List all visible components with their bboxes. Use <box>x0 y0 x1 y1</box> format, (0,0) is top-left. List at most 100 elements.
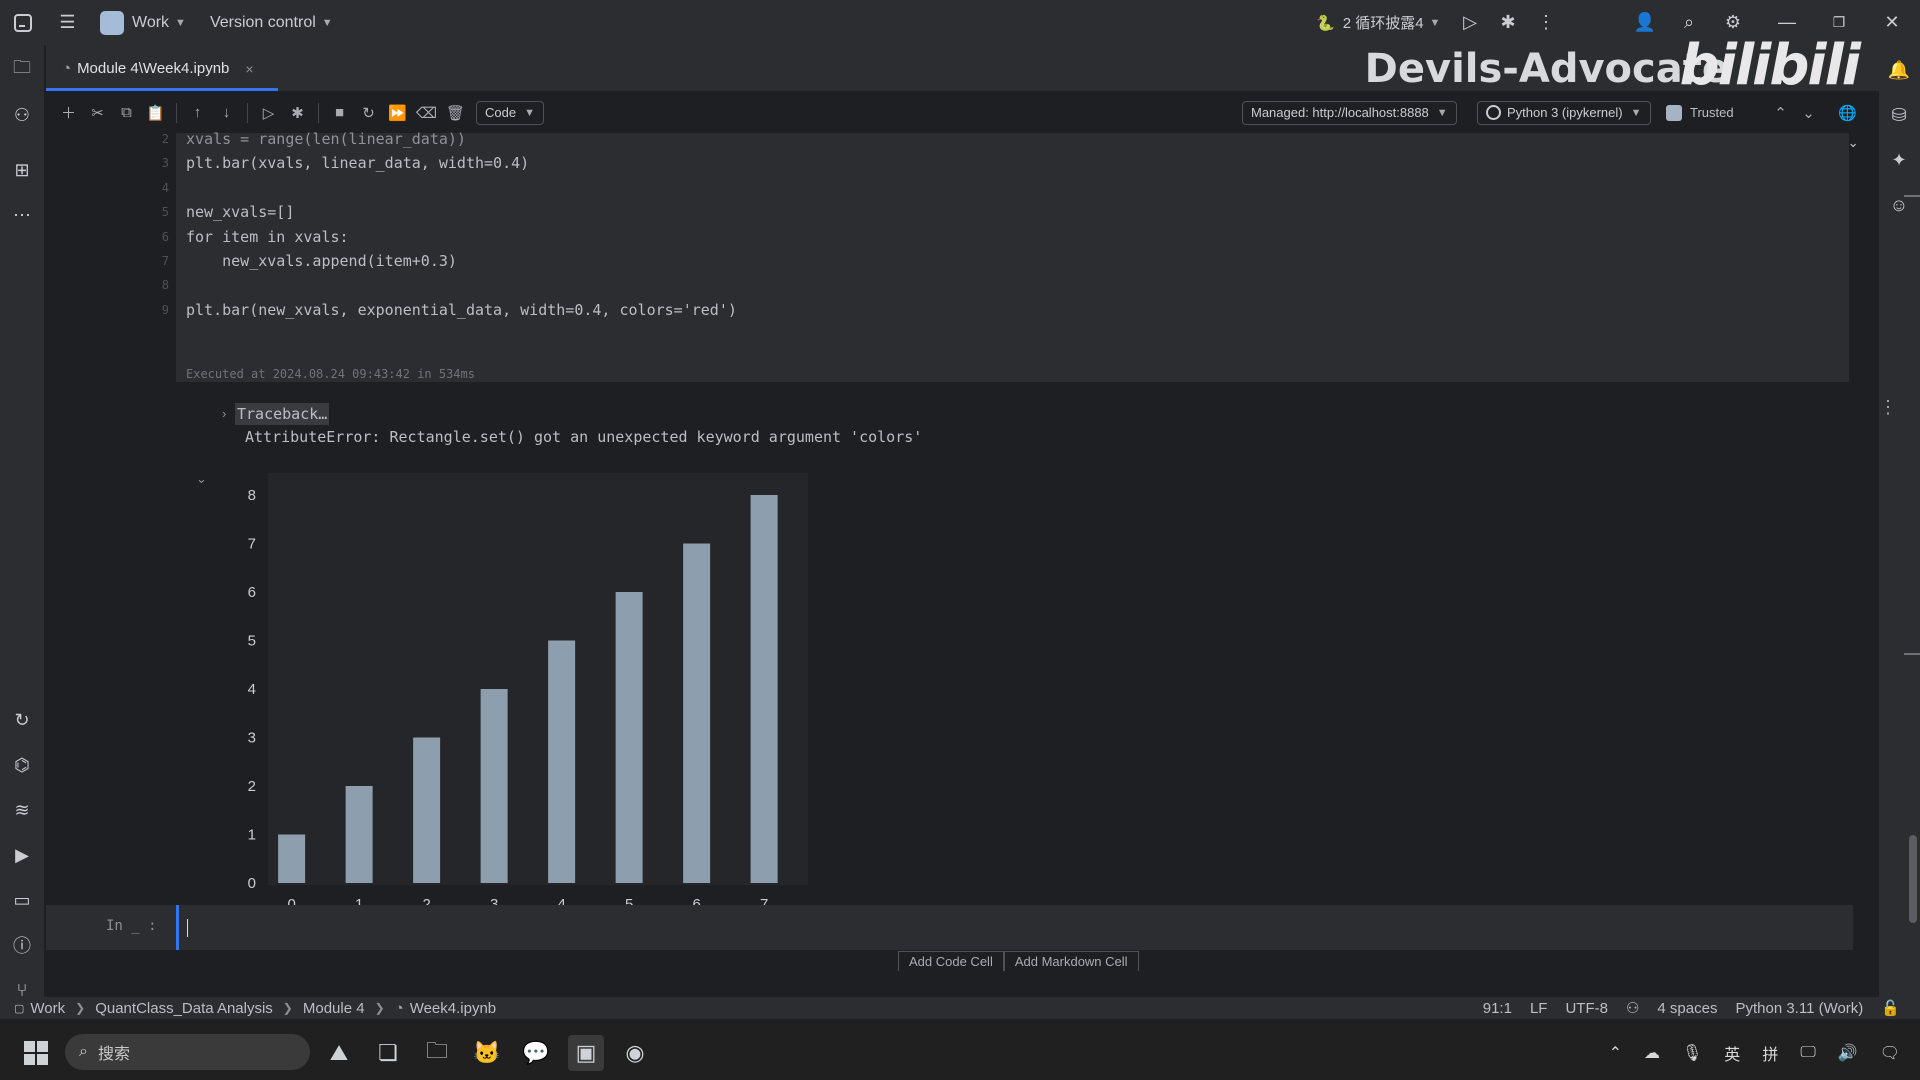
error-message: AttributeError: Rectangle.set() got an u… <box>245 428 923 446</box>
chart-bar <box>345 786 373 883</box>
line-number: 5 <box>161 205 169 220</box>
notifications-icon[interactable]: 🔔 <box>1879 50 1919 90</box>
structure-icon[interactable]: ⊞ <box>2 150 42 190</box>
stop-icon[interactable]: ■ <box>325 99 354 127</box>
cloud-icon[interactable]: ☁ <box>1644 1043 1660 1063</box>
chart-bar <box>615 592 643 883</box>
restart-kernel-icon[interactable]: ↻ <box>354 99 383 127</box>
debug-cell-icon[interactable]: ✱ <box>283 99 312 127</box>
breadcrumb-item[interactable]: QuantClass_Data Analysis <box>95 1000 273 1017</box>
run-all-icon[interactable]: ⏩ <box>383 99 412 127</box>
notification-icon[interactable]: 🗨 <box>1880 1043 1900 1063</box>
more-icon[interactable]: ⋮ <box>1526 3 1566 43</box>
windows-start-icon[interactable] <box>18 1035 54 1071</box>
database-icon[interactable]: ⛁ <box>1879 95 1919 135</box>
terminal-icon[interactable]: ▭ <box>2 880 42 920</box>
status-bar: ▢ Work ❯ QuantClass_Data Analysis ❯ Modu… <box>0 997 1920 1019</box>
add-code-cell-button[interactable]: Add Code Cell <box>898 951 1004 971</box>
widgets-icon[interactable]: ⛰ <box>321 1035 357 1071</box>
python-console-icon[interactable]: ⌬ <box>2 745 42 785</box>
notebook-file-icon: ◔ <box>62 60 72 77</box>
file-encoding[interactable]: UTF-8 <box>1565 1000 1608 1017</box>
line-number: 3 <box>161 156 169 171</box>
pycharm-icon[interactable]: ▣ <box>568 1035 604 1071</box>
kernel-select[interactable]: Python 3 (ipykernel) ▼ <box>1477 100 1651 125</box>
add-markdown-cell-button[interactable]: Add Markdown Cell <box>1003 951 1139 971</box>
chevron-right-icon: ❯ <box>282 1001 293 1015</box>
more-tools-icon[interactable]: ⋯ <box>2 195 42 235</box>
language-indicator[interactable]: 英 <box>1724 1041 1740 1065</box>
ide-logo-icon[interactable] <box>0 3 45 43</box>
cell-type-select[interactable]: Code ▼ <box>476 100 544 125</box>
globe-icon[interactable]: 🌐 <box>1833 99 1862 127</box>
traceback-toggle[interactable]: Traceback… <box>235 403 330 425</box>
chevron-down-icon[interactable]: ⌄ <box>1794 99 1823 127</box>
jupyter-server-select[interactable]: Managed: http://localhost:8888 ▼ <box>1242 100 1457 125</box>
move-down-icon[interactable]: ↓ <box>212 99 241 127</box>
input-cell[interactable]: In _ : <box>46 905 1853 950</box>
delete-cell-icon[interactable]: 🗑 <box>441 99 470 127</box>
breadcrumb-item[interactable]: Week4.ipynb <box>410 1000 496 1017</box>
cell-selection-bar <box>176 905 179 950</box>
chevron-down-icon: ▼ <box>1630 106 1642 119</box>
line-separator[interactable]: LF <box>1530 1000 1548 1017</box>
code-cell[interactable]: 2 xvals = range(len(linear_data)) 3 plt.bar… <box>162 130 1849 382</box>
debug-icon[interactable]: ✱ <box>1488 3 1528 43</box>
breadcrumb-item[interactable]: Module 4 <box>303 1000 365 1017</box>
project-folder-icon[interactable]: 🗀 <box>2 50 42 90</box>
y-tick-label: 6 <box>248 584 256 601</box>
taskbar-search[interactable]: ⌕ 搜索 <box>65 1034 310 1070</box>
lock-icon[interactable]: 🔓 <box>1881 999 1900 1017</box>
file-explorer-icon[interactable]: 🗀 <box>419 1035 455 1071</box>
trusted-toggle[interactable]: Trusted <box>1666 104 1734 121</box>
hamburger-menu-icon[interactable]: ☰ <box>45 3 90 43</box>
chevron-up-icon[interactable]: ⌃ <box>1609 1043 1622 1063</box>
run-icon[interactable]: ▷ <box>1450 3 1490 43</box>
cut-icon[interactable]: ✂ <box>83 99 112 127</box>
ai-status-icon[interactable]: ⚇ <box>1626 999 1639 1017</box>
ai-assistant-icon[interactable]: ✦ <box>1879 140 1919 180</box>
ime-indicator[interactable]: 拼 <box>1762 1041 1778 1065</box>
editor-scrollbar[interactable] <box>1909 835 1917 923</box>
caret-position[interactable]: 91:1 <box>1483 1000 1512 1017</box>
add-cell-icon[interactable]: ＋ <box>54 99 83 127</box>
display-icon[interactable]: 🖵 <box>1800 1044 1815 1062</box>
version-control-menu[interactable]: Version control ▼ <box>210 0 333 45</box>
clear-outputs-icon[interactable]: ⌫ <box>412 99 441 127</box>
output-menu-icon[interactable]: ⋮ <box>1879 397 1897 418</box>
collapse-output-icon[interactable]: ⌄ <box>196 471 207 487</box>
move-up-icon[interactable]: ↑ <box>183 99 212 127</box>
problems-icon[interactable]: ⓘ <box>2 925 42 965</box>
close-icon[interactable]: ✕ <box>1872 3 1912 43</box>
code-text: new_xvals.append(item+0.3) <box>186 252 457 270</box>
close-tab-icon[interactable]: × <box>245 61 253 77</box>
microphone-icon[interactable]: 🎙 <box>1682 1043 1702 1063</box>
y-tick-label: 7 <box>248 536 256 553</box>
copilot-icon[interactable]: ☺ <box>1879 185 1919 225</box>
left-tool-bar: 🗀 ⚇ ⊞ ⋯ ↻ ⌬ ≋ ▶ ▭ ⓘ ⑂ <box>0 45 45 1015</box>
paste-icon[interactable]: 📋 <box>141 99 170 127</box>
notebook-tool-icon[interactable]: ⚇ <box>2 95 42 135</box>
tab-week4-notebook[interactable]: ◔ Module 4\Week4.ipynb × <box>46 45 268 92</box>
wechat-icon[interactable]: 💬 <box>518 1035 554 1071</box>
chevron-right-icon[interactable]: › <box>222 403 226 425</box>
breadcrumb-item[interactable]: Work <box>30 1000 65 1017</box>
y-tick-label: 4 <box>248 681 256 698</box>
chevron-up-icon[interactable]: ⌃ <box>1766 99 1795 127</box>
run-tool-icon[interactable]: ▶ <box>2 835 42 875</box>
volume-icon[interactable]: 🔊 <box>1838 1043 1858 1063</box>
kernel-value: Python 3 (ipykernel) <box>1507 105 1623 120</box>
indent-setting[interactable]: 4 spaces <box>1657 1000 1717 1017</box>
copy-icon[interactable]: ⧉ <box>112 99 141 127</box>
cat-app-icon[interactable]: 🐱 <box>469 1035 505 1071</box>
services-icon[interactable]: ↻ <box>2 700 42 740</box>
layers-icon[interactable]: ≋ <box>2 790 42 830</box>
interpreter[interactable]: Python 3.11 (Work) <box>1735 1000 1863 1017</box>
run-cell-icon[interactable]: ▷ <box>254 99 283 127</box>
task-view-icon[interactable]: ❏ <box>370 1035 406 1071</box>
chevron-down-icon[interactable]: ⌄ <box>1848 135 1859 151</box>
add-user-icon[interactable]: 👤 <box>1625 3 1665 43</box>
project-switcher[interactable]: Work ▼ <box>100 0 186 45</box>
run-config-selector[interactable]: 🐍 2 循环披露4 ▼ <box>1316 0 1440 45</box>
recorder-icon[interactable]: ◉ <box>617 1035 653 1071</box>
